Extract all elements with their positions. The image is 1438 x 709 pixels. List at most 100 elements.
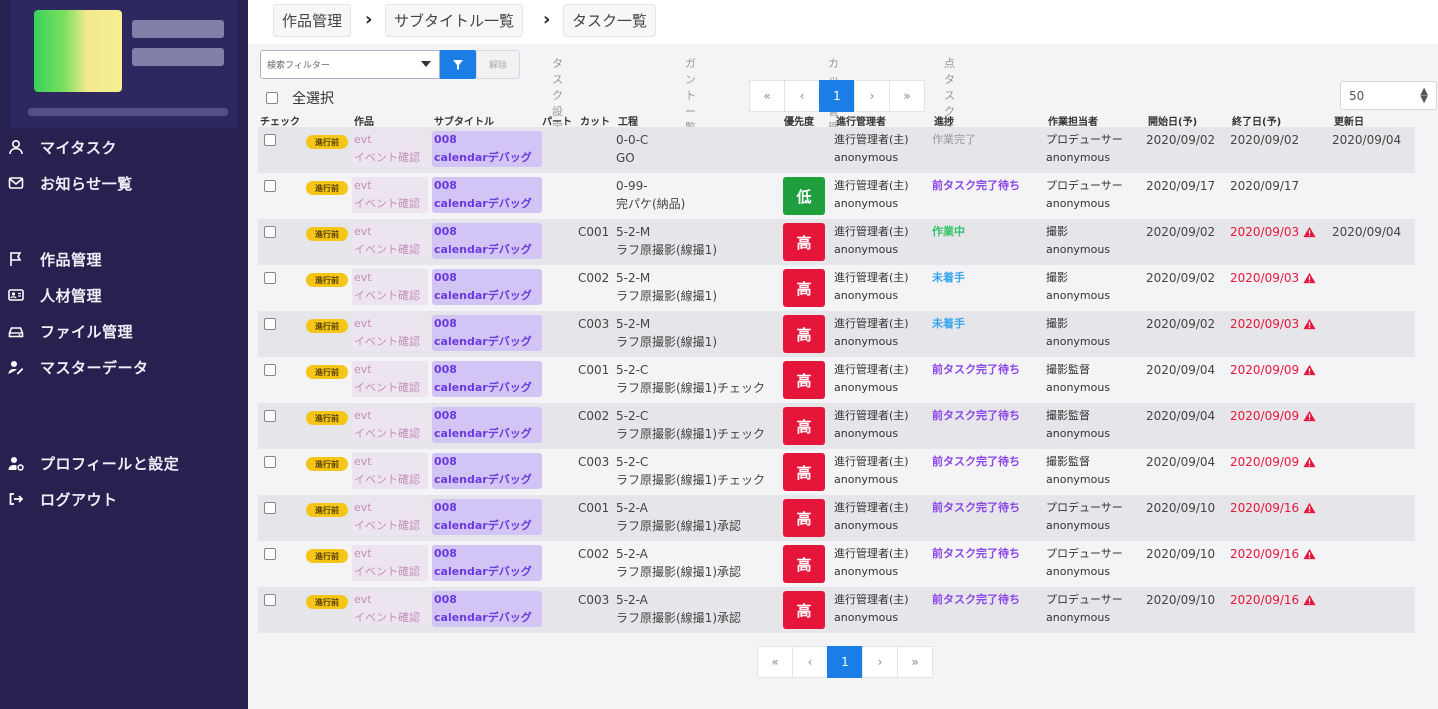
table-row[interactable]: 進行前 evt イベント確認 008 calendarデバッグ 0-0-C GO 進行… [258, 127, 1415, 173]
work-cell[interactable]: evt イベント確認 [352, 131, 428, 167]
nav-works[interactable]: 作品管理 [0, 244, 248, 274]
per-page-select[interactable]: 50 ▲ ▼ [1340, 81, 1437, 110]
subtitle-cell[interactable]: 008 calendarデバッグ [432, 591, 542, 627]
subtitle-cell[interactable]: 008 calendarデバッグ [432, 453, 542, 489]
work-cell[interactable]: evt イベント確認 [352, 177, 428, 213]
row-checkbox[interactable] [264, 226, 276, 238]
work-cell[interactable]: evt イベント確認 [352, 499, 428, 535]
subtitle-cell[interactable]: 008 calendarデバッグ [432, 131, 542, 167]
nav-notices[interactable]: お知らせ一覧 [0, 168, 248, 198]
row-checkbox[interactable] [264, 456, 276, 468]
process-cell[interactable]: 5-2-M ラフ原撮影(線撮1) [616, 269, 717, 305]
process-cell[interactable]: 5-2-C ラフ原撮影(線撮1)チェック [616, 361, 765, 397]
row-checkbox[interactable] [264, 502, 276, 514]
subtitle-cell[interactable]: 008 calendarデバッグ [432, 315, 542, 351]
assignee-name: anonymous [1046, 381, 1111, 394]
row-checkbox[interactable] [264, 410, 276, 422]
app-logo[interactable] [10, 0, 238, 128]
table-row[interactable]: 進行前 evt イベント確認 008 calendarデバッグ C001 5-2-C… [258, 357, 1415, 403]
process-cell[interactable]: 5-2-A ラフ原撮影(線撮1)承認 [616, 591, 741, 627]
status-cell[interactable]: 前タスク完了待ち [932, 177, 1020, 195]
nav-staff[interactable]: 人材管理 [0, 280, 248, 310]
row-checkbox[interactable] [264, 594, 276, 606]
process-cell[interactable]: 5-2-A ラフ原撮影(線撮1)承認 [616, 545, 741, 581]
process-cell[interactable]: 0-99- 完パケ(納品) [616, 177, 685, 213]
table-row[interactable]: 進行前 evt イベント確認 008 calendarデバッグ C001 5-2-A… [258, 495, 1415, 541]
table-row[interactable]: 進行前 evt イベント確認 008 calendarデバッグ C003 5-2-M… [258, 311, 1415, 357]
clear-button[interactable]: 解除 [476, 50, 520, 79]
process-cell[interactable]: 5-2-A ラフ原撮影(線撮1)承認 [616, 499, 741, 535]
subtitle-cell[interactable]: 008 calendarデバッグ [432, 223, 542, 259]
assignee-name: anonymous [1046, 519, 1111, 532]
filter-button[interactable] [440, 50, 476, 79]
table-row[interactable]: 進行前 evt イベント確認 008 calendarデバッグ C002 5-2-C… [258, 403, 1415, 449]
table-row[interactable]: 進行前 evt イベント確認 008 calendarデバッグ C003 5-2-C… [258, 449, 1415, 495]
process-cell[interactable]: 5-2-C ラフ原撮影(線撮1)チェック [616, 453, 765, 489]
status-cell[interactable]: 前タスク完了待ち [932, 453, 1020, 471]
work-cell[interactable]: evt イベント確認 [352, 453, 428, 489]
process-cell[interactable]: 5-2-C ラフ原撮影(線撮1)チェック [616, 407, 765, 443]
subtitle-cell[interactable]: 008 calendarデバッグ [432, 499, 542, 535]
status-cell[interactable]: 作業中 [932, 223, 965, 241]
table-row[interactable]: 進行前 evt イベント確認 008 calendarデバッグ C003 5-2-A… [258, 587, 1415, 633]
work-cell[interactable]: evt イベント確認 [352, 269, 428, 305]
nav-my-tasks[interactable]: マイタスク [0, 132, 248, 162]
row-checkbox[interactable] [264, 318, 276, 330]
table-row[interactable]: 進行前 evt イベント確認 008 calendarデバッグ C002 5-2-M… [258, 265, 1415, 311]
page-next-button[interactable]: › [854, 80, 890, 112]
status-cell[interactable]: 前タスク完了待ち [932, 591, 1020, 609]
page-first-button[interactable]: « [757, 646, 793, 678]
breadcrumb-tasks[interactable]: タスク一覧 [563, 4, 657, 37]
page-current-button[interactable]: 1 [819, 80, 855, 112]
row-checkbox[interactable] [264, 134, 276, 146]
table-row[interactable]: 進行前 evt イベント確認 008 calendarデバッグ C001 5-2-M… [258, 219, 1415, 265]
work-cell[interactable]: evt イベント確認 [352, 223, 428, 259]
status-cell[interactable]: 作業完了 [932, 131, 976, 149]
search-filter-select[interactable]: 検索フィルター [260, 50, 440, 79]
work-cell[interactable]: evt イベント確認 [352, 545, 428, 581]
work-cell[interactable]: evt イベント確認 [352, 315, 428, 351]
page-prev-button[interactable]: ‹ [792, 646, 828, 678]
page-last-button[interactable]: » [889, 80, 925, 112]
nav-logout[interactable]: ログアウト [0, 484, 248, 514]
breadcrumb-works[interactable]: 作品管理 [273, 4, 352, 37]
status-cell[interactable]: 前タスク完了待ち [932, 407, 1020, 425]
status-cell[interactable]: 未着手 [932, 269, 965, 287]
select-all-checkbox[interactable] [266, 92, 278, 104]
nav-files[interactable]: ファイル管理 [0, 316, 248, 346]
work-cell[interactable]: evt イベント確認 [352, 407, 428, 443]
page-last-button[interactable]: » [897, 646, 933, 678]
end-date-value: 2020/09/09 [1230, 363, 1300, 377]
breadcrumb-subtitles[interactable]: サブタイトル一覧 [385, 4, 524, 37]
page-first-button[interactable]: « [749, 80, 785, 112]
table-row[interactable]: 進行前 evt イベント確認 008 calendarデバッグ 0-99- 完パケ(納… [258, 173, 1415, 219]
page-current-button[interactable]: 1 [827, 646, 863, 678]
status-cell[interactable]: 前タスク完了待ち [932, 545, 1020, 563]
process-cell[interactable]: 0-0-C GO [616, 131, 648, 167]
subtitle-cell[interactable]: 008 calendarデバッグ [432, 177, 542, 213]
page-next-button[interactable]: › [862, 646, 898, 678]
select-all[interactable]: 全選択 [266, 88, 334, 108]
process-cell[interactable]: 5-2-M ラフ原撮影(線撮1) [616, 315, 717, 351]
status-cell[interactable]: 未着手 [932, 315, 965, 333]
work-title: イベント確認 [354, 427, 420, 440]
status-cell[interactable]: 前タスク完了待ち [932, 499, 1020, 517]
subtitle-cell[interactable]: 008 calendarデバッグ [432, 545, 542, 581]
nav-profile-settings[interactable]: プロフィールと設定 [0, 448, 248, 478]
subtitle-cell[interactable]: 008 calendarデバッグ [432, 407, 542, 443]
row-checkbox[interactable] [264, 180, 276, 192]
work-cell[interactable]: evt イベント確認 [352, 361, 428, 397]
status-cell[interactable]: 前タスク完了待ち [932, 361, 1020, 379]
row-checkbox[interactable] [264, 272, 276, 284]
row-checkbox[interactable] [264, 364, 276, 376]
subtitle-cell[interactable]: 008 calendarデバッグ [432, 361, 542, 397]
subtitle-cell[interactable]: 008 calendarデバッグ [432, 269, 542, 305]
page-prev-button[interactable]: ‹ [784, 80, 820, 112]
nav-master-data[interactable]: マスターデータ [0, 352, 248, 382]
table-row[interactable]: 進行前 evt イベント確認 008 calendarデバッグ C002 5-2-A… [258, 541, 1415, 587]
process-name: ラフ原撮影(線撮1) [616, 335, 717, 349]
row-checkbox[interactable] [264, 548, 276, 560]
work-cell[interactable]: evt イベント確認 [352, 591, 428, 627]
process-cell[interactable]: 5-2-M ラフ原撮影(線撮1) [616, 223, 717, 259]
priority-badge: 高 [783, 407, 825, 445]
